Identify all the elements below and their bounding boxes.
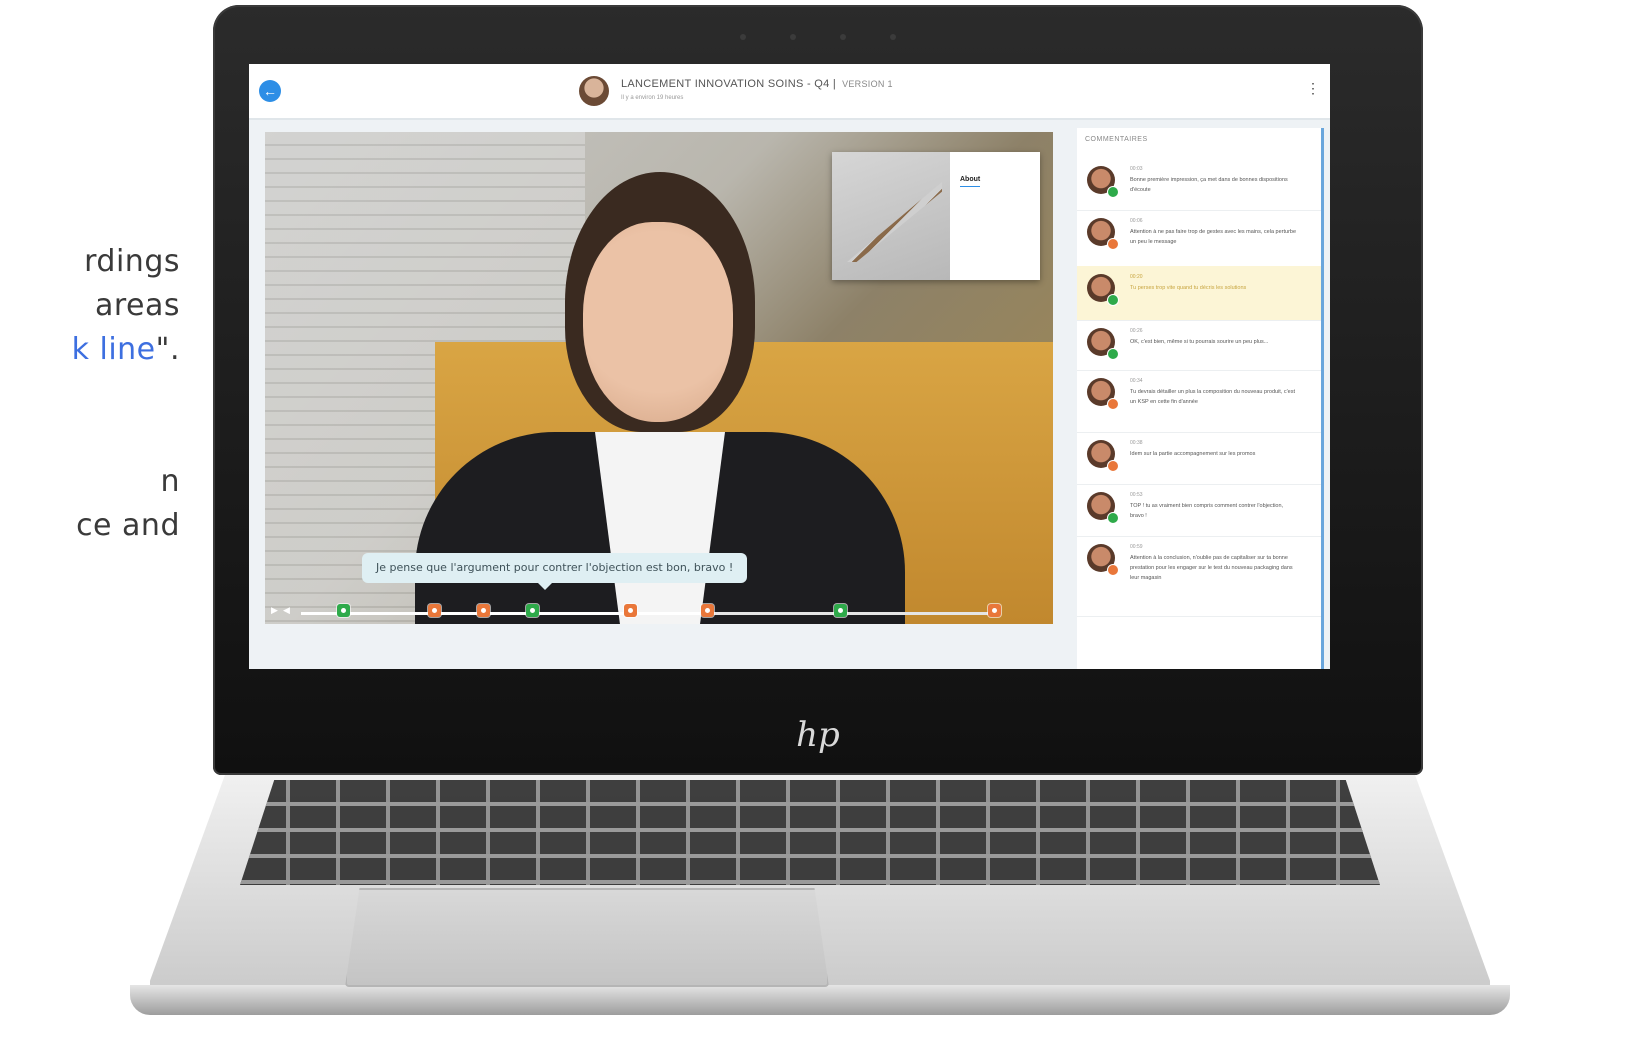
player-controls: ▶ ◀ bbox=[271, 602, 1047, 620]
slide-title-underline bbox=[960, 186, 980, 187]
timeline-marker[interactable] bbox=[477, 604, 490, 617]
status-badge bbox=[1107, 186, 1119, 198]
comment-timestamp[interactable]: 00:34 bbox=[1130, 378, 1143, 384]
avatar bbox=[579, 76, 609, 106]
timeline-marker[interactable] bbox=[526, 604, 539, 617]
comment-text: Attention à ne pas faire trop de gestes … bbox=[1130, 229, 1297, 245]
webcam-bar bbox=[213, 27, 1423, 45]
comment-caption-tail bbox=[538, 583, 552, 590]
app-header: ← LANCEMENT INNOVATION SOINS - Q4 | VERSI… bbox=[249, 64, 1330, 120]
side-text-line: n bbox=[160, 464, 180, 499]
timeline-marker[interactable] bbox=[701, 604, 714, 617]
side-text-suffix: ". bbox=[155, 332, 180, 367]
comment-text: TOP ! tu as vraiment bien compris commen… bbox=[1130, 503, 1284, 519]
comment-text: OK, c'est bien, même si tu pourrais sour… bbox=[1130, 339, 1269, 345]
comment-text: Tu perses trop vite quand tu décris les … bbox=[1130, 285, 1247, 291]
laptop-trackpad bbox=[345, 888, 829, 987]
comment-item[interactable]: 00:03 Bonne première impression, ça met d… bbox=[1077, 158, 1321, 211]
comment-text: Bonne première impression, ça met dans d… bbox=[1130, 177, 1288, 193]
session-title: LANCEMENT INNOVATION SOINS - Q4 | bbox=[621, 78, 837, 90]
comment-timestamp[interactable]: 00:06 bbox=[1130, 218, 1143, 224]
comment-item[interactable]: 00:26 OK, c'est bien, même si tu pourrais… bbox=[1077, 320, 1321, 371]
arrow-left-icon[interactable]: ← bbox=[259, 80, 281, 102]
side-text-line: rdings bbox=[84, 244, 180, 279]
side-text-line: ce and bbox=[76, 508, 180, 543]
side-text-link[interactable]: k line bbox=[72, 332, 156, 367]
stairs-image bbox=[847, 182, 942, 262]
slide-title: About bbox=[960, 176, 981, 183]
comments-title: COMMENTAIRES bbox=[1085, 136, 1148, 143]
timeline-marker[interactable] bbox=[624, 604, 637, 617]
comment-timestamp[interactable]: 00:26 bbox=[1130, 328, 1143, 334]
comment-timestamp[interactable]: 00:20 bbox=[1130, 274, 1143, 280]
comment-item[interactable]: 00:34 Tu devrais détailler un plus la com… bbox=[1077, 370, 1321, 433]
status-badge bbox=[1107, 460, 1119, 472]
comment-item[interactable]: 00:53 TOP ! tu as vraiment bien compris c… bbox=[1077, 484, 1321, 537]
timeline-marker[interactable] bbox=[428, 604, 441, 617]
comments-panel: COMMENTAIRES 00:03 Bonne première impress… bbox=[1077, 128, 1324, 669]
laptop-keyboard-rows bbox=[240, 780, 1380, 885]
presenter-face bbox=[583, 222, 733, 422]
progress-track[interactable] bbox=[301, 612, 1001, 615]
status-badge bbox=[1107, 512, 1119, 524]
comment-timestamp[interactable]: 00:03 bbox=[1130, 166, 1143, 172]
comment-text: Tu devrais détailler un plus la composit… bbox=[1130, 389, 1296, 405]
volume-icon[interactable]: ◀ bbox=[283, 605, 290, 616]
video-player[interactable]: About Je pense que l'argument pour contr… bbox=[265, 132, 1053, 624]
comment-timestamp[interactable]: 00:53 bbox=[1130, 492, 1143, 498]
comment-caption: Je pense que l'argument pour contrer l'o… bbox=[362, 553, 748, 583]
status-badge bbox=[1107, 294, 1119, 306]
timestamp: Il y a environ 19 heures bbox=[621, 95, 684, 101]
more-vertical-icon[interactable]: ⋮ bbox=[1306, 80, 1320, 97]
version-label[interactable]: VERSION 1 bbox=[842, 79, 893, 89]
status-badge bbox=[1107, 348, 1119, 360]
comment-timestamp[interactable]: 00:38 bbox=[1130, 440, 1143, 446]
timeline-marker[interactable] bbox=[337, 604, 350, 617]
comment-item[interactable]: 00:06 Attention à ne pas faire trop de ge… bbox=[1077, 210, 1321, 267]
progress-fill bbox=[301, 612, 707, 615]
slide-image bbox=[832, 152, 950, 280]
laptop-base-edge bbox=[130, 985, 1510, 1015]
player-footer bbox=[249, 632, 1069, 669]
side-description: rdings areas k line". n ce and bbox=[0, 240, 180, 548]
play-icon[interactable]: ▶ bbox=[271, 605, 278, 616]
slide-preview[interactable]: About bbox=[832, 152, 1040, 280]
status-badge bbox=[1107, 238, 1119, 250]
app-screen: ← LANCEMENT INNOVATION SOINS - Q4 | VERSI… bbox=[249, 64, 1330, 669]
status-badge bbox=[1107, 564, 1119, 576]
comment-item[interactable]: 00:20 Tu perses trop vite quand tu décris… bbox=[1077, 266, 1321, 321]
page-title: LANCEMENT INNOVATION SOINS - Q4 | VERSION… bbox=[621, 78, 893, 90]
side-text-line: areas bbox=[94, 288, 180, 323]
comment-item[interactable]: 00:59 Attention à la conclusion, n'oublie… bbox=[1077, 536, 1321, 617]
comment-item[interactable]: 00:38 Idem sur la partie accompagnement s… bbox=[1077, 432, 1321, 485]
comment-text: Attention à la conclusion, n'oublie pas … bbox=[1130, 555, 1293, 581]
timeline-marker[interactable] bbox=[988, 604, 1001, 617]
status-badge bbox=[1107, 398, 1119, 410]
hp-logo: hp bbox=[796, 715, 840, 755]
comment-text: Idem sur la partie accompagnement sur le… bbox=[1130, 451, 1256, 457]
timeline-marker[interactable] bbox=[834, 604, 847, 617]
comment-timestamp[interactable]: 00:59 bbox=[1130, 544, 1143, 550]
side-text-line: k line". bbox=[0, 328, 180, 372]
